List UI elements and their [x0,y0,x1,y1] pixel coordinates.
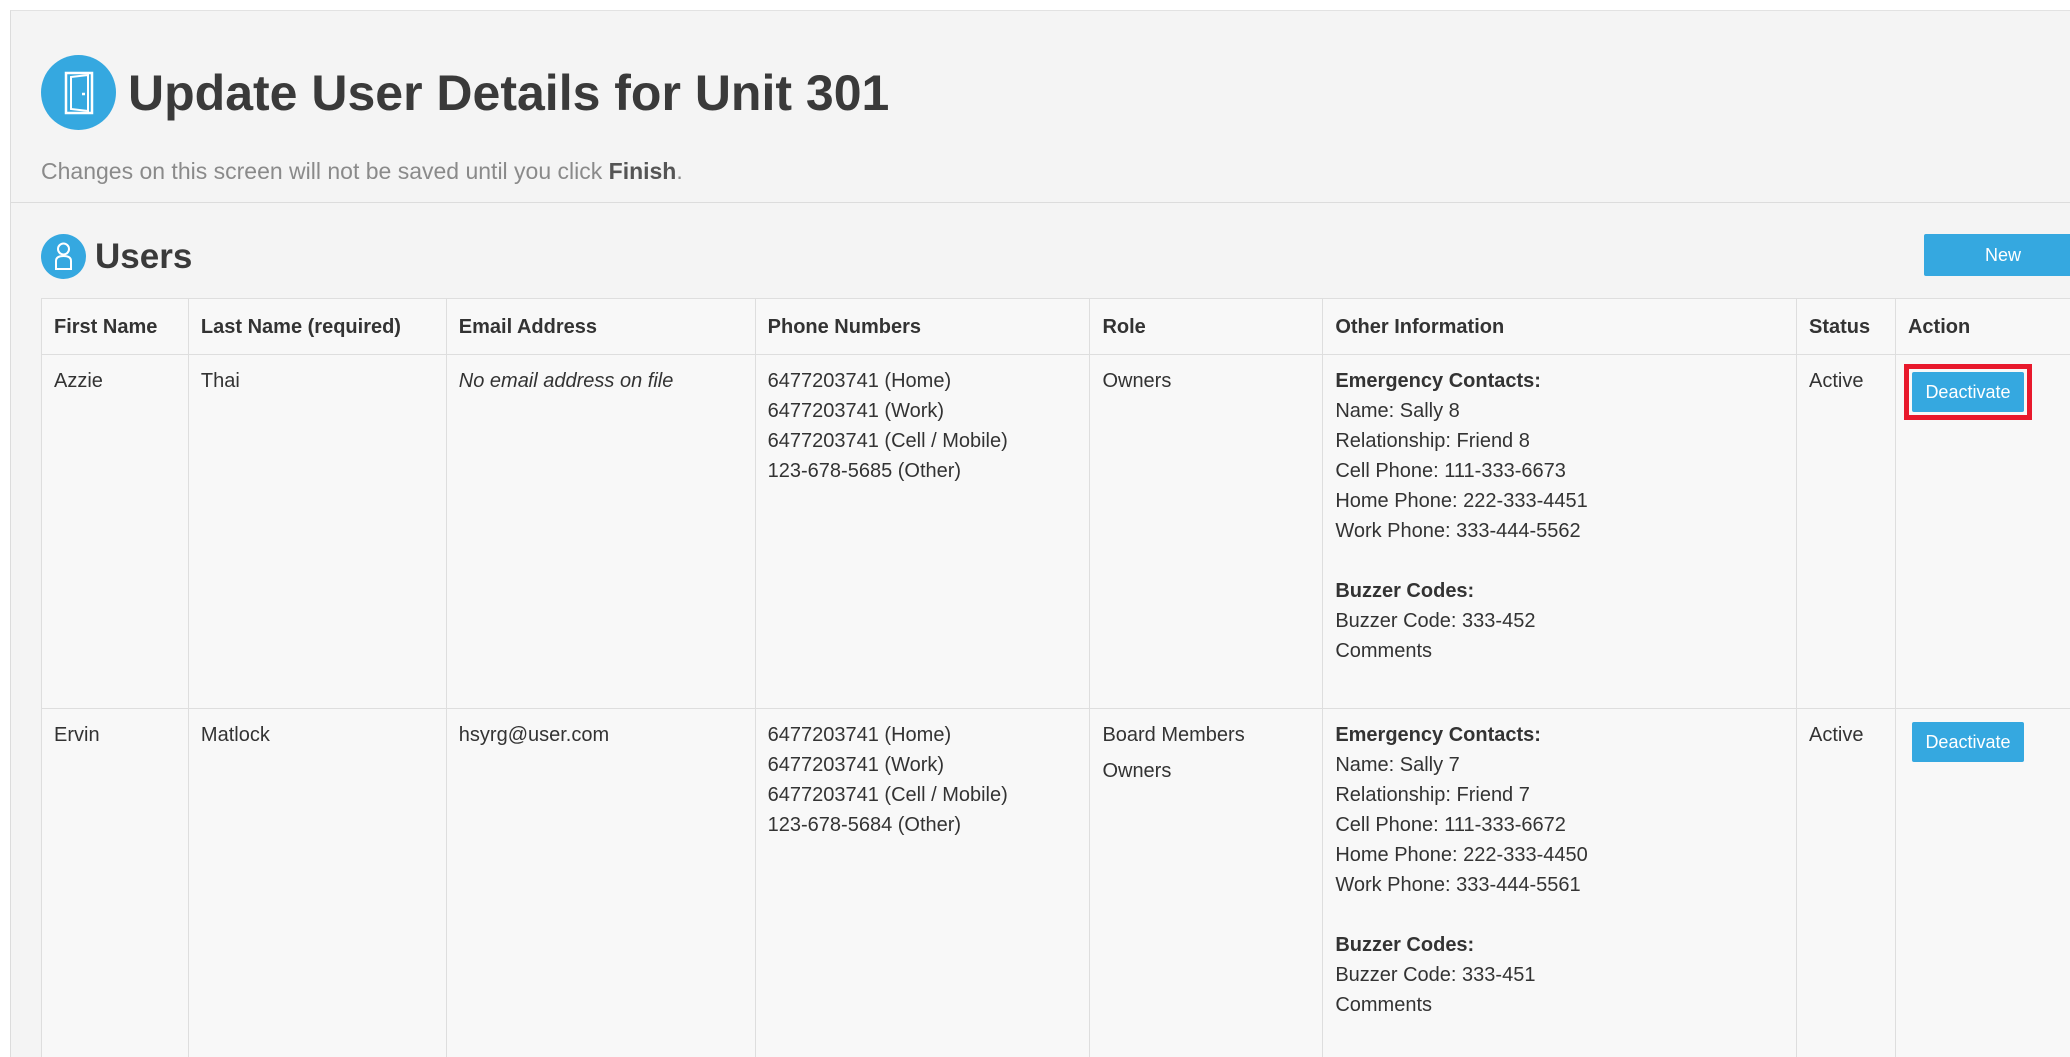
emergency-line: Name: Sally 7 [1335,754,1460,776]
email-value: hsyrg@user.com [458,724,610,746]
role-line: Owners [1102,760,1172,782]
page-frame: Update User Details for Unit 301 Changes… [10,10,2070,1057]
first-name-cell: Azzie [41,354,189,709]
status-cell: Active [1795,708,1896,1057]
last-name-cell: Matlock [187,708,447,1057]
emergency-contacts-heading: Emergency Contacts: [1335,724,1541,746]
emergency-line: Name: Sally 8 [1335,400,1460,422]
col-header-other-information: Other Information [1322,298,1797,355]
phone-line: 6477203741 (Cell / Mobile) [767,784,1008,806]
phone-line: 6477203741 (Work) [767,754,945,776]
col-header-role: Role [1089,298,1324,355]
subtitle-period: . [676,158,683,184]
emergency-line: Relationship: Friend 7 [1335,784,1530,806]
role-line: Owners [1102,370,1172,392]
deactivate-button[interactable]: Deactivate [1911,722,2024,762]
other-information-cell: Emergency Contacts: Name: Sally 8 Relati… [1322,354,1797,709]
emergency-line: Cell Phone: 111-333-6672 [1335,814,1566,836]
buzzer-line: Comments [1335,640,1433,662]
buzzer-codes-heading: Buzzer Codes: [1335,580,1475,602]
col-header-last-name: Last Name (required) [187,298,447,355]
role-cell: Owners [1089,354,1324,709]
email-cell: hsyrg@user.com [445,708,756,1057]
page-title: Update User Details for Unit 301 [128,65,890,121]
buzzer-line: Buzzer Code: 333-451 [1335,964,1536,986]
phone-line: 6477203741 (Home) [767,370,952,392]
table-row: Ervin Matlock hsyrg@user.com 6477203741 … [41,708,2070,1057]
emergency-line: Work Phone: 333-444-5561 [1335,874,1581,896]
col-header-first-name: First Name [41,298,189,355]
deactivate-button[interactable]: Deactivate [1911,372,2024,412]
action-cell: Deactivate [1894,354,2070,709]
emergency-line: Relationship: Friend 8 [1335,430,1530,452]
email-cell: No email address on file [445,354,756,709]
emergency-line: Cell Phone: 111-333-6673 [1335,460,1566,482]
col-header-phone-numbers: Phone Numbers [754,298,1091,355]
phone-line: 123-678-5685 (Other) [767,460,962,482]
users-section-title: Users [95,237,193,276]
col-header-status: Status [1795,298,1896,355]
phone-line: 6477203741 (Work) [767,400,945,422]
action-cell: Deactivate [1894,708,2070,1057]
highlight-box: Deactivate [1903,364,2032,420]
table-row: Azzie Thai No email address on file 6477… [41,354,2070,709]
role-line: Board Members [1102,724,1245,746]
person-icon [41,234,86,279]
buzzer-line: Comments [1335,994,1433,1016]
emergency-line: Work Phone: 333-444-5562 [1335,520,1581,542]
buzzer-codes-heading: Buzzer Codes: [1335,934,1475,956]
phone-numbers-cell: 6477203741 (Home) 6477203741 (Work) 6477… [754,354,1091,709]
buzzer-line: Buzzer Code: 333-452 [1335,610,1536,632]
subtitle-text: Changes on this screen will not be saved… [41,158,609,184]
status-cell: Active [1795,354,1896,709]
phone-line: 6477203741 (Cell / Mobile) [767,430,1008,452]
phone-line: 123-678-5684 (Other) [767,814,962,836]
col-header-email: Email Address [445,298,756,355]
emergency-contacts-heading: Emergency Contacts: [1335,370,1541,392]
emergency-line: Home Phone: 222-333-4450 [1335,844,1588,866]
subtitle-finish-word: Finish [608,158,677,184]
first-name-cell: Ervin [41,708,189,1057]
table-header-row: First Name Last Name (required) Email Ad… [41,298,2070,355]
phone-line: 6477203741 (Home) [767,724,952,746]
door-icon [41,55,116,130]
last-name-cell: Thai [187,354,447,709]
emergency-line: Home Phone: 222-333-4451 [1335,490,1588,512]
users-table: First Name Last Name (required) Email Ad… [41,298,2070,1057]
page-subtitle: Changes on this screen will not be saved… [41,156,683,186]
col-header-action: Action [1894,298,2070,355]
phone-numbers-cell: 6477203741 (Home) 6477203741 (Work) 6477… [754,708,1091,1057]
other-information-cell: Emergency Contacts: Name: Sally 7 Relati… [1322,708,1797,1057]
page-header: Update User Details for Unit 301 Changes… [11,11,2070,203]
role-cell: Board Members Owners [1089,708,1324,1057]
new-user-button[interactable]: New [1924,234,2070,276]
email-value: No email address on file [458,370,674,392]
